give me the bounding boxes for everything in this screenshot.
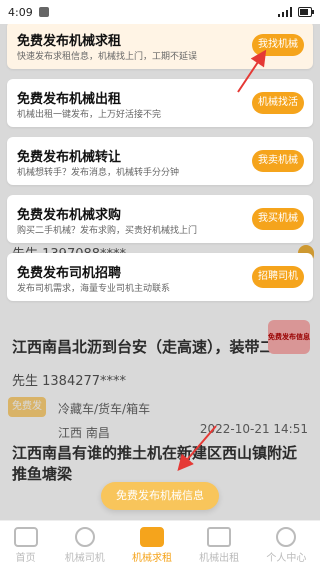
rent-icon bbox=[139, 526, 164, 547]
card-title: 免费发布机械转让 bbox=[17, 150, 122, 165]
card-subtitle: 机械出租一键发布，上万好活接不完 bbox=[17, 110, 162, 120]
publish-machine-info-button[interactable]: 免费发布机械信息 bbox=[101, 482, 219, 510]
card-title: 免费发布机械求购 bbox=[17, 208, 122, 223]
card-subtitle: 发布司机需求，海量专业司机主动联系 bbox=[17, 284, 171, 294]
card-subtitle: 机械想转手？发布消息，机械转手分分钟 bbox=[17, 168, 180, 178]
nav-label: 首页 bbox=[15, 552, 36, 564]
user-icon bbox=[276, 526, 297, 547]
driver-icon bbox=[74, 526, 95, 547]
layers-icon bbox=[207, 526, 232, 547]
nav-label: 个人中心 bbox=[266, 552, 307, 564]
card-title: 免费发布机械出租 bbox=[17, 92, 122, 107]
nav-rent[interactable]: 机械求租 bbox=[131, 526, 172, 564]
card-title: 免费发布司机招聘 bbox=[17, 266, 122, 281]
battery-icon bbox=[298, 7, 314, 17]
card-subtitle: 快速发布求租信息，机械找上门，工期不延误 bbox=[17, 52, 198, 62]
card-rent-out[interactable]: 免费发布机械出租 机械出租一键发布，上万好活接不完 机械找活 bbox=[7, 79, 313, 127]
nav-label: 机械出租 bbox=[199, 552, 240, 564]
signal-icon bbox=[278, 7, 292, 17]
card-rent-request[interactable]: 免费发布机械求租 快速发布求租信息，机械找上门，工期不延误 我找机械 bbox=[7, 21, 313, 69]
home-icon bbox=[13, 526, 38, 547]
card-title: 免费发布机械求租 bbox=[17, 34, 122, 49]
card-purchase[interactable]: 免费发布机械求购 购买二手机械？发布求购，买贵好机械找上门 我买机械 bbox=[7, 195, 313, 243]
recruit-driver-button[interactable]: 招聘司机 bbox=[252, 266, 304, 288]
nav-label: 机械司机 bbox=[64, 552, 105, 564]
card-subtitle: 购买二手机械？发布求购，买贵好机械找上门 bbox=[17, 226, 198, 236]
card-transfer[interactable]: 免费发布机械转让 机械想转手？发布消息，机械转手分分钟 我卖机械 bbox=[7, 137, 313, 185]
nav-home[interactable]: 首页 bbox=[13, 526, 38, 564]
nav-rent-out[interactable]: 机械出租 bbox=[199, 526, 240, 564]
app-mini-icon bbox=[38, 7, 49, 17]
machine-find-work-button[interactable]: 机械找活 bbox=[252, 92, 304, 114]
status-bar: 4:09 bbox=[0, 0, 320, 24]
card-driver-recruit[interactable]: 免费发布司机招聘 发布司机需求，海量专业司机主动联系 招聘司机 bbox=[7, 253, 313, 301]
status-icons bbox=[278, 7, 314, 17]
nav-label: 机械求租 bbox=[131, 552, 172, 564]
nav-driver[interactable]: 机械司机 bbox=[64, 526, 105, 564]
status-time: 4:09 bbox=[8, 5, 33, 19]
bottom-nav: 首页 机械司机 机械求租 机械出租 个人中心 bbox=[0, 520, 320, 569]
sell-machine-button[interactable]: 我卖机械 bbox=[252, 150, 304, 172]
find-machine-button[interactable]: 我找机械 bbox=[252, 34, 304, 56]
buy-machine-button[interactable]: 我买机械 bbox=[252, 208, 304, 230]
nav-profile[interactable]: 个人中心 bbox=[266, 526, 307, 564]
